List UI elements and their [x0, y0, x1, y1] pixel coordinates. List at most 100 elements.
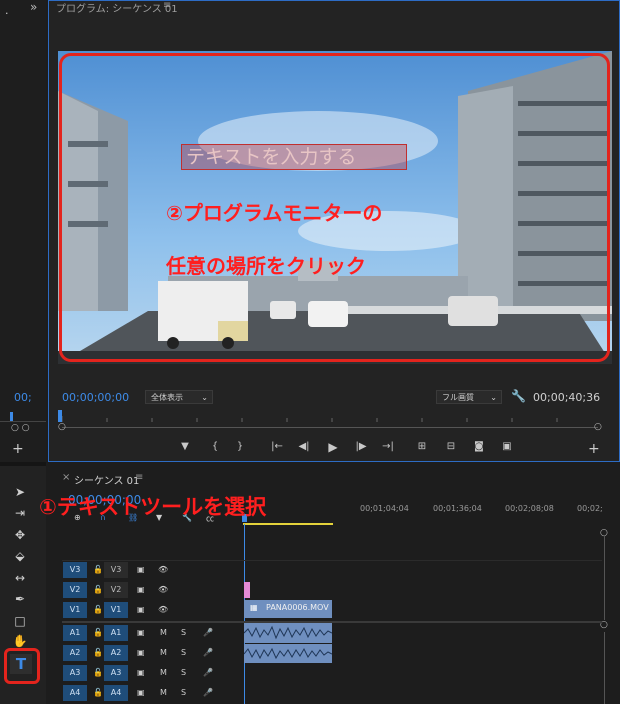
- sync-lock-icon[interactable]: ▣: [137, 565, 145, 574]
- sync-lock-icon[interactable]: ▣: [137, 668, 145, 677]
- step-back-icon[interactable]: ◀|: [297, 441, 311, 452]
- lock-icon[interactable]: 🔓: [93, 605, 103, 614]
- timeline-menu-icon[interactable]: ≡: [135, 472, 143, 483]
- program-title[interactable]: プログラム: シーケンス 01: [56, 0, 178, 15]
- sync-lock-icon[interactable]: ▣: [137, 688, 145, 697]
- panel-overflow-chevron[interactable]: »: [30, 0, 37, 14]
- source-track-a1[interactable]: A1: [63, 625, 87, 641]
- ruler-mark: 00;02;: [577, 504, 603, 513]
- in-out-dots: ○ ○: [11, 423, 30, 433]
- ripple-edit-tool-icon[interactable]: ✥: [10, 527, 30, 543]
- microphone-icon[interactable]: 🎤: [203, 628, 213, 637]
- microphone-icon[interactable]: 🎤: [203, 648, 213, 657]
- mute-button[interactable]: M: [160, 688, 167, 697]
- select-tool-icon[interactable]: ➤: [10, 484, 30, 500]
- target-track-v1[interactable]: V1: [104, 602, 128, 618]
- waveform: [243, 625, 333, 640]
- solo-button[interactable]: S: [181, 668, 186, 677]
- source-track-v1[interactable]: V1: [63, 602, 87, 618]
- vertical-scroll-track[interactable]: [604, 535, 605, 620]
- solo-button[interactable]: S: [181, 628, 186, 637]
- mute-button[interactable]: M: [160, 668, 167, 677]
- add-button[interactable]: +: [12, 441, 24, 457]
- ruler-mark: 00;01;36;04: [433, 504, 482, 513]
- hand-tool-icon[interactable]: ✋: [10, 633, 30, 649]
- program-menu-icon[interactable]: ≡: [163, 0, 171, 11]
- play-icon[interactable]: ▶: [326, 440, 340, 454]
- step-forward-icon[interactable]: |▶: [354, 441, 368, 452]
- button-editor-add-icon[interactable]: +: [588, 441, 600, 457]
- source-track-a4[interactable]: A4: [63, 685, 87, 701]
- chevron-down-icon: ⌄: [201, 393, 208, 402]
- lift-icon[interactable]: ⊞: [415, 441, 429, 452]
- target-track-v3[interactable]: V3: [104, 562, 128, 578]
- annotation-step1: ①テキストツールを選択: [39, 495, 267, 519]
- solo-button[interactable]: S: [181, 688, 186, 697]
- text-clip-stub[interactable]: [244, 582, 250, 598]
- fit-dropdown-label: 全体表示: [151, 393, 183, 402]
- compare-view-icon[interactable]: ▣: [500, 441, 514, 452]
- audio-clip-a2[interactable]: [243, 644, 333, 663]
- panel-divider: [0, 462, 46, 466]
- dot-indicator: .: [5, 4, 9, 17]
- mark-out-icon[interactable]: }: [233, 441, 247, 452]
- fit-dropdown[interactable]: 全体表示 ⌄: [145, 390, 213, 404]
- source-timecode[interactable]: 00;: [14, 391, 32, 404]
- razor-tool-icon[interactable]: ⬙: [10, 548, 30, 564]
- out-point-handle[interactable]: ○: [594, 422, 602, 432]
- video-clip[interactable]: PANA0006.MOV ▦: [244, 600, 332, 618]
- marker-icon[interactable]: ▼: [178, 441, 192, 452]
- close-tab-icon[interactable]: ×: [62, 472, 70, 483]
- slip-tool-icon[interactable]: ↔: [10, 570, 30, 586]
- microphone-icon[interactable]: 🎤: [203, 668, 213, 677]
- video-clip-name: PANA0006.MOV: [266, 603, 329, 612]
- work-area-bar[interactable]: [243, 523, 333, 525]
- lock-icon[interactable]: 🔓: [93, 628, 103, 637]
- video-audio-divider: [62, 621, 602, 623]
- go-to-out-icon[interactable]: →|: [381, 441, 395, 452]
- mark-in-icon[interactable]: {: [208, 441, 222, 452]
- program-scrub-track[interactable]: [62, 427, 598, 428]
- lock-icon[interactable]: 🔓: [93, 688, 103, 697]
- target-track-a4[interactable]: A4: [104, 685, 128, 701]
- type-tool-icon[interactable]: T: [10, 654, 32, 674]
- quality-dropdown[interactable]: フル画質 ⌄: [436, 390, 502, 404]
- audio-clip-a1[interactable]: [243, 623, 333, 643]
- lock-icon[interactable]: 🔓: [93, 648, 103, 657]
- eye-icon[interactable]: 👁: [158, 605, 168, 614]
- lock-icon[interactable]: 🔓: [93, 585, 103, 594]
- target-track-a3[interactable]: A3: [104, 665, 128, 681]
- source-track-v2[interactable]: V2: [63, 582, 87, 598]
- sync-lock-icon[interactable]: ▣: [137, 628, 145, 637]
- lock-icon[interactable]: 🔓: [93, 668, 103, 677]
- pen-tool-icon[interactable]: ✒: [10, 591, 30, 607]
- vertical-scroll-track-audio[interactable]: [604, 632, 605, 704]
- lock-icon[interactable]: 🔓: [93, 565, 103, 574]
- mute-button[interactable]: M: [160, 648, 167, 657]
- timeline-tab-title[interactable]: シーケンス 01: [74, 472, 139, 487]
- program-current-timecode[interactable]: 00;00;00;00: [62, 391, 129, 404]
- in-point-handle[interactable]: ○: [58, 422, 66, 432]
- wrench-settings-icon[interactable]: 🔧: [511, 389, 526, 403]
- solo-button[interactable]: S: [181, 648, 186, 657]
- source-track-v3[interactable]: V3: [63, 562, 87, 578]
- track-select-tool-icon[interactable]: ⇥: [10, 505, 30, 521]
- rectangle-tool-icon[interactable]: □: [10, 613, 30, 629]
- row-divider: [62, 560, 602, 561]
- eye-icon[interactable]: 👁: [158, 565, 168, 574]
- microphone-icon[interactable]: 🎤: [203, 688, 213, 697]
- source-track-a3[interactable]: A3: [63, 665, 87, 681]
- extract-icon[interactable]: ⊟: [444, 441, 458, 452]
- target-track-v2[interactable]: V2: [104, 582, 128, 598]
- sync-lock-icon[interactable]: ▣: [137, 605, 145, 614]
- annotation-step2-line2: 任意の場所をクリック: [166, 254, 366, 278]
- sync-lock-icon[interactable]: ▣: [137, 585, 145, 594]
- source-track-a2[interactable]: A2: [63, 645, 87, 661]
- eye-icon[interactable]: 👁: [158, 585, 168, 594]
- target-track-a1[interactable]: A1: [104, 625, 128, 641]
- target-track-a2[interactable]: A2: [104, 645, 128, 661]
- go-to-in-icon[interactable]: |←: [270, 441, 284, 452]
- sync-lock-icon[interactable]: ▣: [137, 648, 145, 657]
- mute-button[interactable]: M: [160, 628, 167, 637]
- camera-export-frame-icon[interactable]: ◙: [472, 441, 486, 452]
